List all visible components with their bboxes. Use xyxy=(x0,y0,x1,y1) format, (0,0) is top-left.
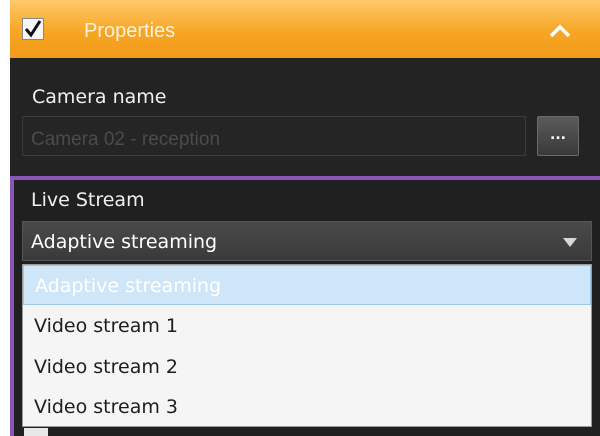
option-video-stream-1[interactable]: Video stream 1 xyxy=(23,306,591,346)
option-adaptive-streaming[interactable]: Adaptive streaming xyxy=(23,265,591,305)
live-stream-options: Adaptive streaming Video stream 1 Video … xyxy=(22,264,592,427)
header-title: Properties xyxy=(84,20,176,42)
live-stream-select[interactable]: Adaptive streaming xyxy=(22,221,592,261)
selected-value: Adaptive streaming xyxy=(31,231,218,253)
live-stream-label: Live Stream xyxy=(31,189,145,211)
option-video-stream-2[interactable]: Video stream 2 xyxy=(23,347,591,387)
dropdown-arrow-icon xyxy=(563,238,577,247)
chevron-up-icon[interactable] xyxy=(548,22,572,40)
camera-name-field[interactable] xyxy=(22,116,526,156)
properties-enable-checkbox[interactable] xyxy=(22,18,44,40)
option-video-stream-3[interactable]: Video stream 3 xyxy=(23,387,591,427)
camera-name-label: Camera name xyxy=(32,86,167,108)
checkmark-icon xyxy=(24,20,42,38)
browse-button[interactable]: ... xyxy=(537,116,579,156)
hidden-control-edge xyxy=(24,428,48,436)
